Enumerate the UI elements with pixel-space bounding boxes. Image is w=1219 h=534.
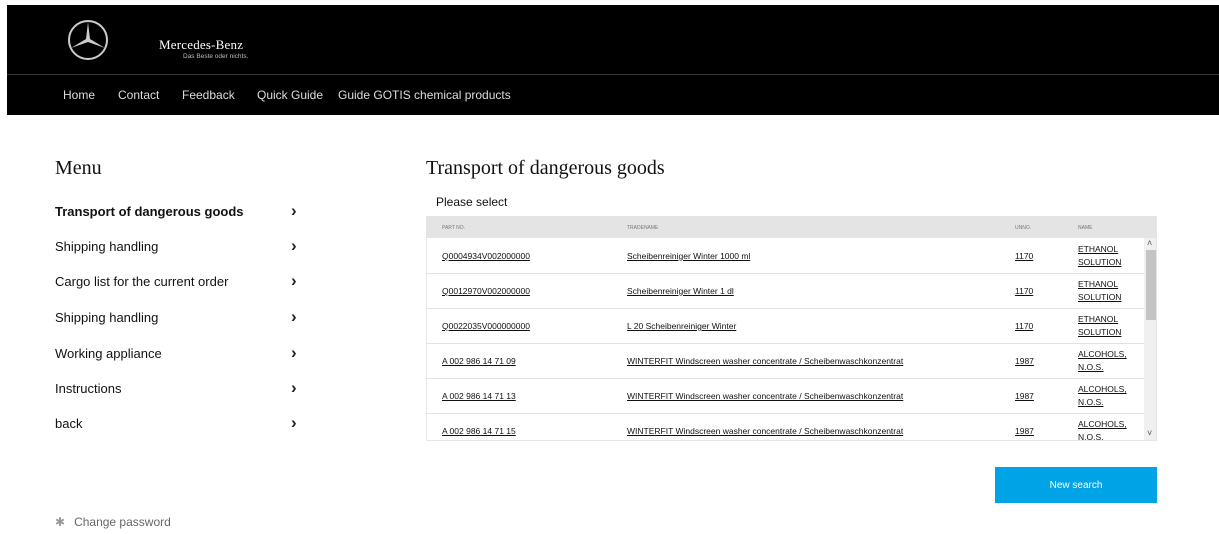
chevron-right-icon: › xyxy=(291,343,297,362)
tradename-link[interactable]: WINTERFIT Windscreen washer concentrate … xyxy=(627,356,903,366)
chevron-right-icon: › xyxy=(291,378,297,397)
unno-link[interactable]: 1987 xyxy=(1015,356,1034,366)
scrollbar-thumb[interactable] xyxy=(1146,250,1156,320)
nav-home[interactable]: Home xyxy=(63,88,95,102)
mercedes-star-logo[interactable] xyxy=(65,17,111,63)
nav-quick-guide[interactable]: Quick Guide xyxy=(257,88,323,102)
unno-link[interactable]: 1170 xyxy=(1015,286,1033,296)
chevron-up-icon[interactable]: ˄ xyxy=(1147,238,1152,248)
tradename-link[interactable]: WINTERFIT Windscreen washer concentrate … xyxy=(627,391,903,401)
menu-item-working-appliance[interactable]: Working appliance › xyxy=(55,343,305,366)
part-no-link[interactable]: A 002 986 14 71 09 xyxy=(442,356,516,366)
page-title: Transport of dangerous goods xyxy=(426,157,665,179)
col-name: NAME xyxy=(1078,225,1093,231)
tradename-link[interactable]: WINTERFIT Windscreen washer concentrate … xyxy=(627,426,903,436)
unno-link[interactable]: 1987 xyxy=(1015,426,1034,436)
menu-item-label: Instructions xyxy=(55,381,122,396)
tradename-link[interactable]: Scheibenreiniger Winter 1000 ml xyxy=(627,251,750,261)
unno-link[interactable]: 1170 xyxy=(1015,321,1033,331)
nav-contact[interactable]: Contact xyxy=(118,88,159,102)
menu-item-label: Shipping handling xyxy=(55,310,159,325)
name-link[interactable]: ETHANOL SOLUTION xyxy=(1078,313,1138,339)
change-password-label: Change password xyxy=(74,515,171,529)
menu-item-label: Cargo list for the current order xyxy=(55,274,229,289)
unno-link[interactable]: 1170 xyxy=(1015,251,1033,261)
change-password-link[interactable]: ✱ Change password xyxy=(55,515,171,529)
tradename-link[interactable]: L 20 Scheibenreiniger Winter xyxy=(627,321,736,331)
brand-tagline: Das Beste oder nichts. xyxy=(183,53,249,60)
col-part-no: PART NO. xyxy=(442,225,466,231)
name-link[interactable]: ETHANOL SOLUTION xyxy=(1078,278,1138,304)
part-no-link[interactable]: Q0004934V002000000 xyxy=(442,251,530,261)
part-no-link[interactable]: A 002 986 14 71 13 xyxy=(442,391,516,401)
table-header: PART NO. TRADENAME UNNO. NAME xyxy=(427,216,1156,238)
nav-guide-gotis[interactable]: Guide GOTIS chemical products xyxy=(338,88,511,102)
please-select-label: Please select xyxy=(436,195,508,209)
name-link[interactable]: ETHANOL SOLUTION xyxy=(1078,243,1138,269)
chevron-right-icon: › xyxy=(291,307,297,326)
table-row[interactable]: A 002 986 14 71 15 WINTERFIT Windscreen … xyxy=(427,413,1144,440)
table-row[interactable]: Q0012970V002000000 Scheibenreiniger Wint… xyxy=(427,273,1144,309)
menu-item-cargo-list[interactable]: Cargo list for the current order › xyxy=(55,271,305,294)
main-nav: Home Contact Feedback Quick Guide Guide … xyxy=(7,74,1219,115)
chevron-right-icon: › xyxy=(291,236,297,255)
chevron-down-icon[interactable]: ˅ xyxy=(1147,428,1152,438)
chevron-right-icon: › xyxy=(291,413,297,432)
name-link[interactable]: ALCOHOLS, N.O.S. xyxy=(1078,348,1138,374)
nav-feedback[interactable]: Feedback xyxy=(182,88,235,102)
chevron-right-icon: › xyxy=(291,271,297,290)
chevron-right-icon: › xyxy=(291,201,297,220)
menu-item-shipping-handling[interactable]: Shipping handling › xyxy=(55,236,305,259)
table-row[interactable]: Q0022035V000000000 L 20 Scheibenreiniger… xyxy=(427,308,1144,344)
results-table: PART NO. TRADENAME UNNO. NAME Q0004934V0… xyxy=(426,216,1157,441)
menu-item-label: Working appliance xyxy=(55,346,162,361)
name-link[interactable]: ALCOHOLS, N.O.S. xyxy=(1078,418,1138,440)
unno-link[interactable]: 1987 xyxy=(1015,391,1034,401)
menu-item-label: Shipping handling xyxy=(55,239,159,254)
col-tradename: TRADENAME xyxy=(627,225,659,231)
table-row[interactable]: A 002 986 14 71 09 WINTERFIT Windscreen … xyxy=(427,343,1144,379)
name-link[interactable]: ALCOHOLS, N.O.S. xyxy=(1078,383,1138,409)
menu-item-instructions[interactable]: Instructions › xyxy=(55,378,305,401)
menu-item-transport[interactable]: Transport of dangerous goods › xyxy=(55,201,305,224)
part-no-link[interactable]: Q0022035V000000000 xyxy=(442,321,530,331)
part-no-link[interactable]: Q0012970V002000000 xyxy=(442,286,530,296)
table-row[interactable]: A 002 986 14 71 13 WINTERFIT Windscreen … xyxy=(427,378,1144,414)
brand-name: Mercedes-Benz xyxy=(159,37,244,52)
menu-item-shipping-handling-2[interactable]: Shipping handling › xyxy=(55,307,305,330)
brand-bar: Mercedes-Benz Das Beste oder nichts. xyxy=(7,5,1219,74)
menu-item-label: Transport of dangerous goods xyxy=(55,204,244,219)
gear-icon: ✱ xyxy=(55,515,66,529)
part-no-link[interactable]: A 002 986 14 71 15 xyxy=(442,426,516,436)
menu-item-label: back xyxy=(55,416,83,431)
new-search-button[interactable]: New search xyxy=(995,467,1157,503)
table-row[interactable]: Q0004934V002000000 Scheibenreiniger Wint… xyxy=(427,238,1144,274)
col-unno: UNNO. xyxy=(1015,225,1032,231)
header: Mercedes-Benz Das Beste oder nichts. Hom… xyxy=(0,0,1219,115)
menu-item-back[interactable]: back › xyxy=(55,413,305,436)
tradename-link[interactable]: Scheibenreiniger Winter 1 dl xyxy=(627,286,734,296)
menu-title: Menu xyxy=(55,157,102,179)
table-scrollbar[interactable]: ˄ ˅ xyxy=(1144,238,1156,440)
